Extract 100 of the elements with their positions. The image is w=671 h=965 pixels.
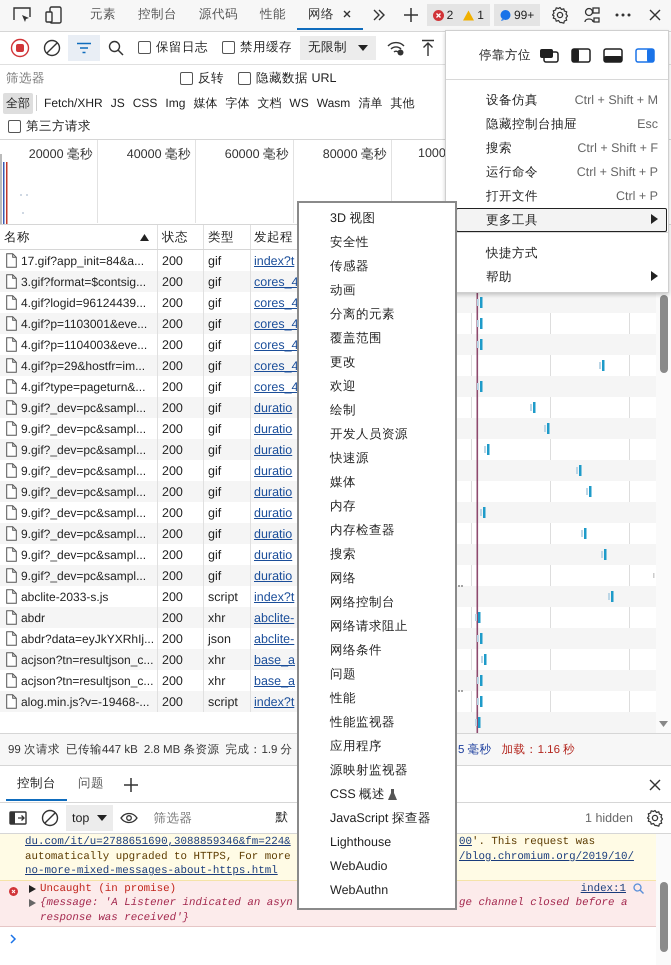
menu-item[interactable]: 更多工具 xyxy=(456,208,667,232)
initiator-link[interactable]: cores_4 xyxy=(254,316,298,330)
initiator-link[interactable]: abclite- xyxy=(254,610,294,624)
initiator-link[interactable]: cores_4 xyxy=(254,296,298,310)
add-icon[interactable] xyxy=(123,776,139,792)
upload-icon[interactable] xyxy=(421,38,435,56)
menu-item[interactable]: 网络 xyxy=(299,566,455,590)
type-filter-button[interactable]: 字体 xyxy=(222,92,252,114)
menu-item[interactable]: 动画 xyxy=(299,278,455,302)
request-name[interactable]: 9.gif?_dev=pc&sampl... xyxy=(21,422,146,436)
initiator-link[interactable]: duratio xyxy=(254,422,292,436)
request-name[interactable]: 4.gif?p=29&hostfr=im... xyxy=(21,358,146,372)
request-name[interactable]: 9.gif?_dev=pc&sampl... xyxy=(21,568,146,582)
initiator-link[interactable]: duratio xyxy=(254,526,292,540)
request-name[interactable]: abdr?data=eyJkYXRhIj... xyxy=(21,632,154,646)
type-filter-button[interactable]: CSS xyxy=(130,94,160,112)
invert-checkbox[interactable]: 反转 xyxy=(180,70,224,86)
messages-badge[interactable]: 99+ xyxy=(494,4,540,26)
close-icon[interactable] xyxy=(342,9,352,19)
menu-item[interactable]: 运行命令 Ctrl + Shift + P xyxy=(456,160,667,184)
initiator-link[interactable]: base_a xyxy=(254,674,296,688)
initiator-link[interactable]: index?t xyxy=(254,254,294,268)
initiator-link[interactable]: duratio xyxy=(254,400,292,414)
scrollbar[interactable] xyxy=(656,834,671,965)
request-name[interactable]: 9.gif?_dev=pc&sampl... xyxy=(21,484,146,498)
initiator-link[interactable]: cores_4 xyxy=(254,338,298,352)
column-header[interactable]: 发起程 xyxy=(254,228,293,246)
initiator-link[interactable]: duratio xyxy=(254,568,292,582)
request-name[interactable]: acjson?tn=resultjson_c... xyxy=(21,674,154,688)
menu-item[interactable]: 更改 xyxy=(299,350,455,374)
type-filter-button[interactable]: 全部 xyxy=(3,92,33,114)
menu-item[interactable]: 搜索 Ctrl + Shift + F xyxy=(456,136,667,160)
initiator-link[interactable]: duratio xyxy=(254,464,292,478)
scroll-thumb[interactable] xyxy=(660,882,668,952)
dock-bottom-icon[interactable] xyxy=(603,48,623,62)
menu-item[interactable]: 问题 xyxy=(299,662,455,686)
expand-icon[interactable] xyxy=(29,884,36,893)
type-filter-button[interactable]: 媒体 xyxy=(190,92,220,114)
network-conditions-icon[interactable] xyxy=(387,40,405,56)
menu-item[interactable]: 性能监视器 xyxy=(299,710,455,734)
panel-tab[interactable]: 元素 xyxy=(79,0,128,30)
filter-button[interactable] xyxy=(68,34,100,60)
menu-item[interactable]: JavaScript 探查器 xyxy=(299,806,455,830)
panel-tab[interactable]: 源代码 xyxy=(188,0,250,30)
panel-tab[interactable]: 性能 xyxy=(249,0,298,30)
inspect-icon[interactable] xyxy=(12,6,32,24)
menu-item[interactable]: 内存检查器 xyxy=(299,518,455,542)
request-name[interactable]: 9.gif?_dev=pc&sampl... xyxy=(21,548,146,562)
menu-item[interactable]: 安全性 xyxy=(299,230,455,254)
request-name[interactable]: 4.gif?logid=96124439... xyxy=(21,296,146,310)
type-filter-button[interactable]: 其他 xyxy=(387,92,418,114)
throttling-select[interactable]: 无限制 xyxy=(300,36,376,60)
menu-item[interactable]: 3D 视图 xyxy=(299,206,455,230)
third-party-checkbox[interactable]: 第三方请求 xyxy=(8,118,91,135)
device-icon[interactable] xyxy=(44,6,64,24)
menu-item[interactable]: 帮助 xyxy=(456,265,667,289)
initiator-link[interactable]: base_a xyxy=(254,652,296,666)
dock-right-icon[interactable] xyxy=(635,48,655,62)
dock-left-icon[interactable] xyxy=(571,48,591,62)
request-name[interactable]: 9.gif?_dev=pc&sampl... xyxy=(21,526,146,540)
menu-item[interactable]: 网络条件 xyxy=(299,638,455,662)
menu-item[interactable]: 网络请求阻止 xyxy=(299,614,455,638)
menu-item[interactable]: 隐藏控制台抽屉 Esc xyxy=(456,112,667,136)
scroll-down-icon[interactable] xyxy=(659,721,668,727)
message-link[interactable]: no-more-mixed-messages-about-https.html xyxy=(25,865,278,878)
eye-icon[interactable] xyxy=(120,812,138,824)
settings-icon[interactable] xyxy=(646,808,664,826)
request-name[interactable]: 9.gif?_dev=pc&sampl... xyxy=(21,506,146,520)
type-filter-button[interactable]: 文档 xyxy=(254,92,284,114)
log-levels-select[interactable]: 默 xyxy=(275,809,288,826)
request-name[interactable]: alog.min.js?v=-19468-... xyxy=(21,694,150,708)
menu-item[interactable]: WebAudio xyxy=(299,854,455,878)
connection-icon[interactable] xyxy=(582,6,601,24)
menu-item[interactable]: 设备仿真 Ctrl + Shift + M xyxy=(456,88,667,112)
menu-item[interactable]: CSS 概述 xyxy=(299,782,455,806)
add-icon[interactable] xyxy=(402,7,419,23)
initiator-link[interactable]: abclite- xyxy=(254,632,294,646)
panel-tab[interactable]: 控制台 xyxy=(127,0,188,30)
request-name[interactable]: 4.gif?type=pageturn&... xyxy=(21,380,146,394)
initiator-link[interactable]: index?t xyxy=(254,694,294,708)
drawer-tab[interactable]: 问题 xyxy=(67,768,115,801)
menu-item[interactable]: 网络控制台 xyxy=(299,590,455,614)
settings-icon[interactable] xyxy=(551,6,570,24)
menu-item[interactable]: 欢迎 xyxy=(299,374,455,398)
request-name[interactable]: 9.gif?_dev=pc&sampl... xyxy=(21,442,146,456)
menu-item[interactable]: 覆盖范围 xyxy=(299,326,455,350)
drawer-tab[interactable]: 控制台 xyxy=(6,768,67,801)
column-header[interactable]: 状态 xyxy=(162,228,188,246)
request-name[interactable]: acjson?tn=resultjson_c... xyxy=(21,652,154,666)
initiator-link[interactable]: cores_4 xyxy=(254,380,298,394)
type-filter-button[interactable]: WS xyxy=(286,94,312,112)
type-filter-button[interactable]: Wasm xyxy=(314,94,354,112)
close-icon[interactable] xyxy=(648,8,662,22)
initiator-link[interactable]: duratio xyxy=(254,442,292,456)
type-filter-button[interactable]: JS xyxy=(108,94,128,112)
type-filter-button[interactable]: 清单 xyxy=(355,92,386,114)
menu-item[interactable]: 媒体 xyxy=(299,470,455,494)
request-name[interactable]: 4.gif?p=1104003&eve... xyxy=(21,338,148,352)
clear-icon[interactable] xyxy=(41,808,59,826)
request-name[interactable]: 3.gif?format=$contsig... xyxy=(21,274,146,288)
